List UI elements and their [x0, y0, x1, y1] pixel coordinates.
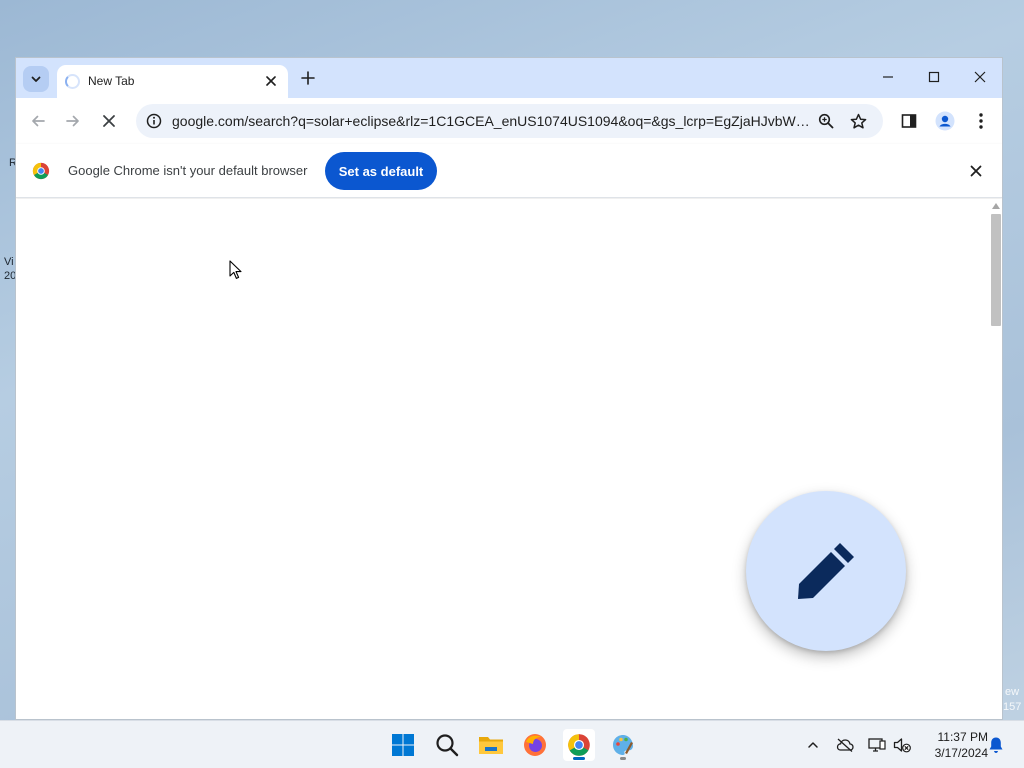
taskbar-search-button[interactable] [431, 729, 463, 761]
profile-button[interactable] [932, 108, 958, 134]
running-app-indicator [620, 757, 626, 760]
chevron-up-icon [808, 742, 818, 748]
infobar-message: Google Chrome isn't your default browser [68, 163, 308, 178]
clock-date: 3/17/2024 [934, 746, 988, 760]
plus-icon [301, 71, 315, 85]
arrow-right-icon [66, 115, 79, 127]
tab-new-tab[interactable]: New Tab [57, 65, 288, 98]
clock-time: 11:37 PM [937, 730, 988, 744]
active-app-indicator [573, 757, 585, 760]
paint-button[interactable] [607, 729, 639, 761]
tab-strip: New Tab [16, 58, 1002, 98]
close-icon [266, 76, 276, 86]
desktop-peek-text: ew [1005, 686, 1020, 698]
minimize-icon [883, 76, 893, 78]
edit-fab-button[interactable] [746, 491, 906, 651]
taskbar-clock[interactable]: 11:37 PM 3/17/2024 [922, 729, 988, 761]
new-tab-button[interactable] [296, 66, 320, 90]
volume-tray-button[interactable] [892, 735, 912, 755]
chevron-down-icon [31, 76, 41, 82]
show-hidden-icons-button[interactable] [803, 735, 823, 755]
notifications-button[interactable] [986, 735, 1006, 755]
tab-title: New Tab [88, 74, 135, 88]
firefox-icon [524, 734, 546, 756]
loading-spinner-icon [65, 74, 80, 89]
close-icon [103, 115, 115, 127]
taskbar: 11:37 PM 3/17/2024 [0, 720, 1024, 768]
side-panel-button[interactable] [896, 108, 922, 134]
onedrive-tray-button[interactable] [835, 735, 855, 755]
maximize-button[interactable] [911, 58, 957, 96]
chrome-logo-icon [32, 162, 50, 180]
minimize-button[interactable] [865, 58, 911, 96]
close-window-button[interactable] [957, 58, 1002, 96]
arrow-left-icon [32, 115, 45, 127]
cloud-offline-icon [836, 738, 854, 752]
side-panel-icon [901, 114, 917, 128]
page-content [16, 199, 988, 719]
chrome-taskbar-button[interactable] [563, 729, 595, 761]
firefox-button[interactable] [519, 729, 551, 761]
desktop-peek-text: Vi [4, 256, 14, 268]
bell-icon [989, 737, 1003, 753]
volume-muted-icon [893, 738, 911, 753]
set-as-default-button[interactable]: Set as default [325, 152, 437, 190]
close-icon [970, 165, 982, 177]
mouse-cursor-icon [229, 260, 242, 279]
star-icon [850, 113, 866, 129]
close-icon [974, 71, 986, 83]
more-vert-icon [979, 113, 983, 129]
zoom-button[interactable] [816, 111, 836, 131]
site-info-button[interactable] [145, 112, 163, 130]
pencil-icon [798, 543, 854, 599]
menu-button[interactable] [968, 108, 994, 134]
start-button[interactable] [387, 729, 419, 761]
forward-button[interactable] [60, 108, 86, 134]
default-browser-infobar: Google Chrome isn't your default browser… [16, 144, 1002, 198]
avatar-icon [935, 111, 955, 131]
info-icon [146, 113, 162, 129]
windows-logo-icon [392, 734, 414, 756]
infobar-close-button[interactable] [966, 161, 986, 181]
scroll-up-arrow-icon[interactable] [992, 203, 1000, 209]
file-explorer-button[interactable] [475, 729, 507, 761]
chrome-logo-icon [568, 734, 590, 756]
tab-search-button[interactable] [23, 66, 49, 92]
desktop-peek-text: 157 [1003, 701, 1022, 713]
scrollbar-thumb[interactable] [991, 214, 1001, 326]
maximize-icon [928, 71, 940, 83]
paint-palette-icon [613, 735, 633, 755]
tab-close-button[interactable] [262, 72, 280, 90]
back-button[interactable] [25, 108, 51, 134]
stop-loading-button[interactable] [96, 108, 122, 134]
zoom-in-icon [818, 113, 834, 129]
page-scrollbar[interactable] [988, 199, 1002, 719]
browser-toolbar: google.com/search?q=solar+eclipse&rlz=1C… [16, 98, 1002, 144]
network-tray-button[interactable] [867, 735, 887, 755]
network-display-icon [868, 738, 886, 752]
url-text[interactable]: google.com/search?q=solar+eclipse&rlz=1C… [172, 113, 812, 129]
address-bar[interactable]: google.com/search?q=solar+eclipse&rlz=1C… [136, 104, 883, 138]
folder-icon [479, 737, 503, 754]
bookmark-button[interactable] [848, 111, 868, 131]
chrome-window: New Tab google.com/search?q=solar+eclips… [15, 57, 1003, 720]
search-icon [436, 734, 459, 757]
